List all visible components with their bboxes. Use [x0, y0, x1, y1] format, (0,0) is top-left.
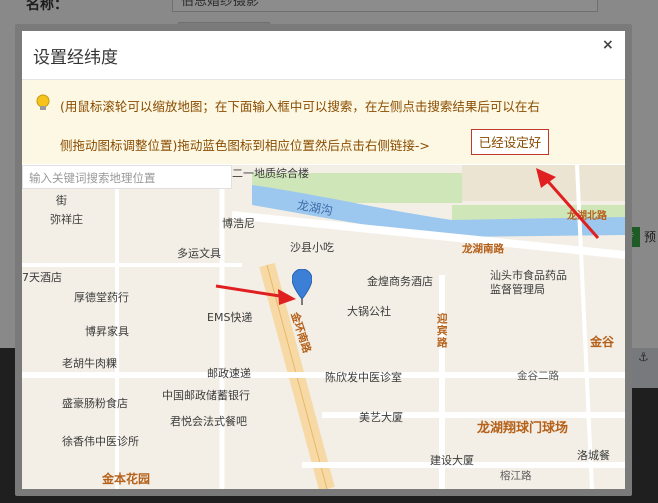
- dialog-header: 设置经纬度 ×: [22, 31, 625, 80]
- map-canvas[interactable]: 输入关键词搜索地理位置 二一地质综合楼 龙湖沟 龙湖北路 街 弥祥庄 博浩尼 沙…: [22, 165, 625, 489]
- map-label: 街: [56, 194, 67, 207]
- map-label: 二一地质综合楼: [232, 167, 309, 180]
- map-label: 厚德堂药行: [74, 291, 129, 304]
- map-label: 洛城餐: [577, 449, 610, 462]
- close-icon[interactable]: ×: [602, 37, 614, 53]
- map-label: EMS快递: [207, 311, 253, 324]
- tip-panel: (用鼠标滚轮可以缩放地图；在下面输入框中可以搜索，在左侧点击搜索结果后可以在右 …: [22, 80, 625, 164]
- tip-line-1: (用鼠标滚轮可以缩放地图；在下面输入框中可以搜索，在左侧点击搜索结果后可以在右: [60, 99, 540, 114]
- tip-line-2: 侧拖动图标调整位置)拖动蓝色图标到相应位置然后点击右侧链接->: [60, 138, 430, 153]
- map-label: 盛豪肠粉食店: [62, 397, 128, 410]
- map-label: 金谷二路: [517, 370, 559, 382]
- coordinates-dialog: 设置经纬度 × (用鼠标滚轮可以缩放地图；在下面输入框中可以搜索，在左侧点击搜索…: [15, 24, 632, 496]
- map-label: 汕头市食品药品监督管理局: [490, 269, 567, 296]
- map-label: 君悦会法式餐吧: [170, 415, 247, 428]
- map-label: 弥祥庄: [50, 213, 83, 226]
- map-label: 迎宾路: [437, 313, 448, 349]
- lightbulb-icon: [36, 94, 50, 110]
- map-label: 沙县小吃: [290, 241, 334, 254]
- map-label: 徐香伟中医诊所: [62, 435, 139, 448]
- map-label: 大锅公社: [347, 305, 391, 318]
- map-label: 金煌商务酒店: [367, 275, 433, 288]
- location-marker-icon[interactable]: [292, 269, 312, 305]
- map-label: 邮政速递: [207, 367, 251, 380]
- done-link[interactable]: 已经设定好: [471, 129, 549, 155]
- map-label: 龙湖南路: [462, 243, 504, 255]
- map-label: 金谷: [590, 335, 615, 349]
- dialog-body: 设置经纬度 × (用鼠标滚轮可以缩放地图；在下面输入框中可以搜索，在左侧点击搜索…: [22, 31, 625, 489]
- map-label: 博昇家具: [85, 325, 129, 338]
- dialog-title: 设置经纬度: [33, 48, 118, 68]
- map-label: 龙湖北路: [567, 211, 607, 222]
- map-label: 金本花园: [102, 472, 151, 486]
- map-label: 中国邮政储蓄银行: [162, 389, 250, 402]
- map-label: 老胡牛肉粿: [62, 357, 117, 370]
- map-label: 榕江路: [500, 470, 532, 482]
- map-label: 陈欣发中医诊室: [325, 371, 402, 384]
- map-label: 7天酒店: [22, 271, 62, 284]
- map-label: 建设大厦: [430, 454, 474, 467]
- map-label: 龙湖翔球门球场: [477, 421, 569, 436]
- map-search-input[interactable]: 输入关键词搜索地理位置: [22, 165, 232, 189]
- map-label: 博浩尼: [222, 217, 255, 230]
- map-label: 多运文具: [177, 247, 221, 260]
- map-label: 美艺大厦: [359, 411, 403, 424]
